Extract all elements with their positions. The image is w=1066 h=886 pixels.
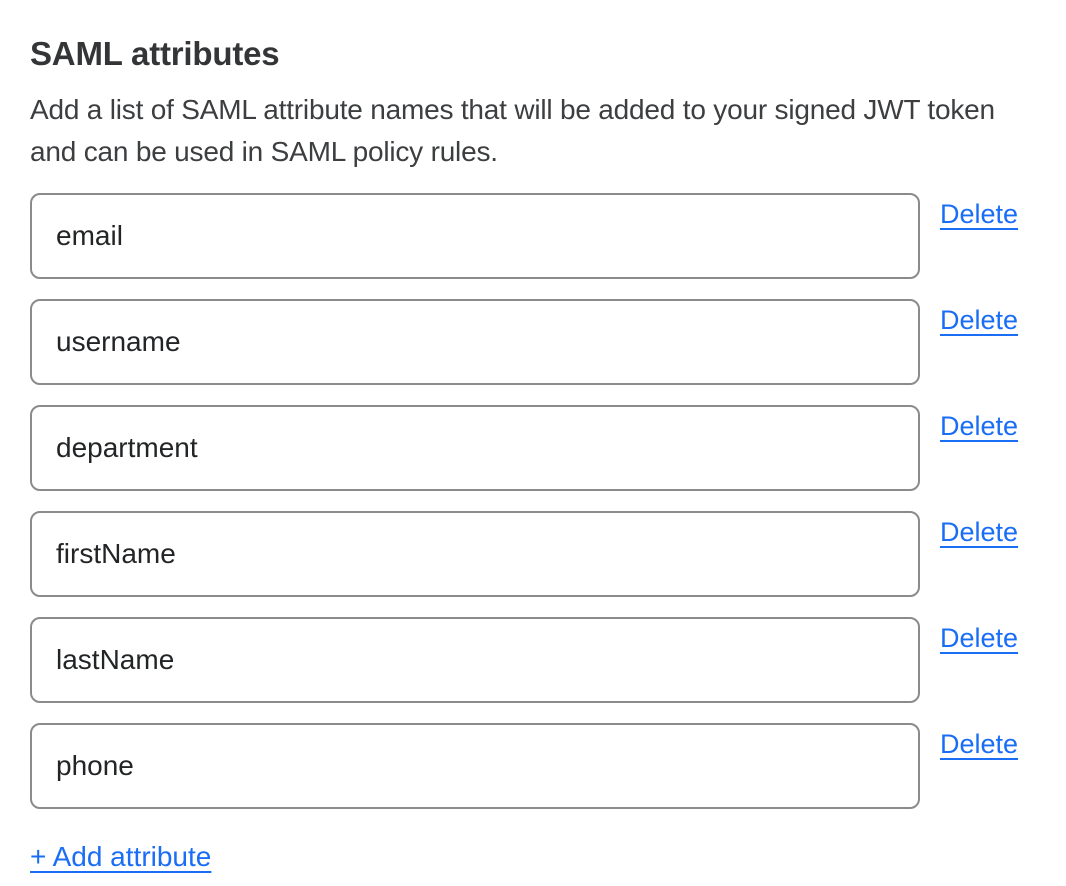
section-description: Add a list of SAML attribute names that … bbox=[30, 89, 1042, 173]
attribute-input-username[interactable] bbox=[30, 299, 920, 385]
attribute-row: Delete bbox=[30, 723, 1066, 809]
attribute-row: Delete bbox=[30, 511, 1066, 597]
delete-attribute-link[interactable]: Delete bbox=[940, 198, 1018, 230]
saml-attributes-section: SAML attributes Add a list of SAML attri… bbox=[0, 0, 1066, 886]
attribute-row: Delete bbox=[30, 193, 1066, 279]
attribute-input-firstname[interactable] bbox=[30, 511, 920, 597]
attribute-input-email[interactable] bbox=[30, 193, 920, 279]
delete-attribute-link[interactable]: Delete bbox=[940, 622, 1018, 654]
attribute-input-department[interactable] bbox=[30, 405, 920, 491]
add-attribute-link[interactable]: + Add attribute bbox=[30, 840, 211, 874]
attribute-row: Delete bbox=[30, 617, 1066, 703]
delete-attribute-link[interactable]: Delete bbox=[940, 516, 1018, 548]
attribute-input-phone[interactable] bbox=[30, 723, 920, 809]
delete-attribute-link[interactable]: Delete bbox=[940, 410, 1018, 442]
attribute-row: Delete bbox=[30, 405, 1066, 491]
section-title: SAML attributes bbox=[30, 34, 1066, 74]
attribute-input-lastname[interactable] bbox=[30, 617, 920, 703]
attribute-list: Delete Delete Delete Delete Delete Delet… bbox=[30, 193, 1066, 809]
delete-attribute-link[interactable]: Delete bbox=[940, 728, 1018, 760]
attribute-row: Delete bbox=[30, 299, 1066, 385]
delete-attribute-link[interactable]: Delete bbox=[940, 304, 1018, 336]
